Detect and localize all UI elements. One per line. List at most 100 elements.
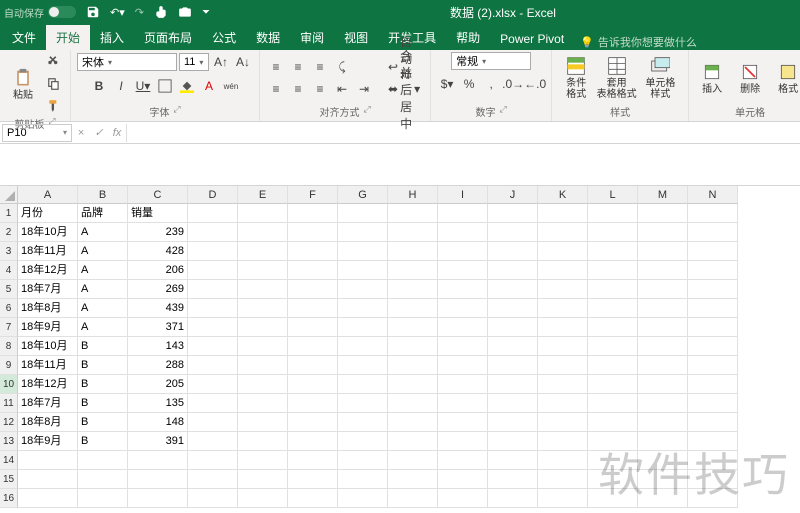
cell[interactable] <box>588 337 638 356</box>
cell[interactable] <box>488 299 538 318</box>
number-format-dropdown[interactable]: 常规 <box>451 52 531 70</box>
cell[interactable] <box>538 318 588 337</box>
row-header[interactable]: 14 <box>0 451 18 470</box>
cell[interactable] <box>438 242 488 261</box>
cell[interactable] <box>588 470 638 489</box>
cell[interactable] <box>338 261 388 280</box>
cell[interactable] <box>538 299 588 318</box>
cell[interactable] <box>538 356 588 375</box>
cell[interactable] <box>438 375 488 394</box>
percent-button[interactable]: % <box>459 74 479 94</box>
cell[interactable] <box>188 337 238 356</box>
cell[interactable] <box>338 375 388 394</box>
col-header-I[interactable]: I <box>438 186 488 204</box>
redo-icon[interactable]: ↷ <box>135 6 144 19</box>
cell[interactable] <box>188 204 238 223</box>
tab-公式[interactable]: 公式 <box>202 25 246 50</box>
qat-customize-icon[interactable]: ⏷ <box>202 7 210 18</box>
cell[interactable] <box>188 451 238 470</box>
cell[interactable] <box>538 375 588 394</box>
align-middle-button[interactable]: ≡ <box>288 57 308 77</box>
cell[interactable]: B <box>78 413 128 432</box>
cell[interactable] <box>338 337 388 356</box>
cell[interactable]: 18年12月 <box>18 375 78 394</box>
cell[interactable]: 品牌 <box>78 204 128 223</box>
cell[interactable] <box>188 223 238 242</box>
cell[interactable] <box>338 318 388 337</box>
cell[interactable] <box>188 299 238 318</box>
cell[interactable] <box>638 432 688 451</box>
cell[interactable]: 18年9月 <box>18 432 78 451</box>
font-color-button[interactable]: A <box>199 76 219 96</box>
cell[interactable]: 18年7月 <box>18 394 78 413</box>
cell[interactable] <box>78 451 128 470</box>
cell[interactable] <box>588 375 638 394</box>
align-left-button[interactable]: ≡ <box>266 79 286 99</box>
align-bottom-button[interactable]: ≡ <box>310 57 330 77</box>
name-box[interactable]: P10 <box>2 124 72 142</box>
cell[interactable] <box>438 413 488 432</box>
cell[interactable] <box>388 318 438 337</box>
cell[interactable]: 288 <box>128 356 188 375</box>
cell[interactable]: B <box>78 375 128 394</box>
tab-文件[interactable]: 文件 <box>2 25 46 50</box>
tab-帮助[interactable]: 帮助 <box>446 25 490 50</box>
cell[interactable]: 391 <box>128 432 188 451</box>
row-header[interactable]: 15 <box>0 470 18 489</box>
cell[interactable] <box>388 470 438 489</box>
row-header[interactable]: 5 <box>0 280 18 299</box>
cell[interactable] <box>288 470 338 489</box>
paste-button[interactable]: 粘贴 <box>6 66 40 103</box>
cell[interactable]: 239 <box>128 223 188 242</box>
cell[interactable]: A <box>78 299 128 318</box>
cell[interactable] <box>538 204 588 223</box>
cell[interactable] <box>188 489 238 508</box>
col-header-C[interactable]: C <box>128 186 188 204</box>
cell[interactable] <box>688 413 738 432</box>
cell[interactable] <box>338 489 388 508</box>
accounting-button[interactable]: $▾ <box>437 74 457 94</box>
cell[interactable] <box>238 470 288 489</box>
align-top-button[interactable]: ≡ <box>266 57 286 77</box>
fill-color-button[interactable] <box>177 76 197 96</box>
cell[interactable] <box>288 261 338 280</box>
cell[interactable] <box>488 337 538 356</box>
increase-font-button[interactable]: A↑ <box>211 52 231 72</box>
cell[interactable] <box>388 337 438 356</box>
cell[interactable] <box>388 489 438 508</box>
col-header-H[interactable]: H <box>388 186 438 204</box>
row-header[interactable]: 7 <box>0 318 18 337</box>
cell[interactable]: A <box>78 261 128 280</box>
cell[interactable] <box>388 375 438 394</box>
col-header-E[interactable]: E <box>238 186 288 204</box>
font-name-dropdown[interactable]: 宋体 <box>77 53 177 71</box>
cell[interactable] <box>688 280 738 299</box>
orientation-button[interactable]: ⤹ <box>332 57 352 77</box>
cell[interactable] <box>188 394 238 413</box>
cell[interactable] <box>388 223 438 242</box>
cell[interactable] <box>638 204 688 223</box>
autosave-toggle[interactable]: 自动保存 <box>4 5 76 20</box>
cell[interactable] <box>638 356 688 375</box>
cell[interactable] <box>588 413 638 432</box>
cell[interactable] <box>688 242 738 261</box>
cell[interactable] <box>688 299 738 318</box>
cell[interactable] <box>288 204 338 223</box>
cell[interactable] <box>638 470 688 489</box>
row-header[interactable]: 8 <box>0 337 18 356</box>
cell[interactable] <box>588 394 638 413</box>
cell[interactable] <box>638 451 688 470</box>
cell[interactable] <box>388 261 438 280</box>
cell[interactable] <box>388 204 438 223</box>
cell[interactable]: 206 <box>128 261 188 280</box>
cell[interactable] <box>238 261 288 280</box>
cell[interactable] <box>18 451 78 470</box>
cell[interactable] <box>338 242 388 261</box>
cell[interactable]: 143 <box>128 337 188 356</box>
cell[interactable] <box>338 413 388 432</box>
cell[interactable] <box>488 242 538 261</box>
cell[interactable] <box>638 280 688 299</box>
cell-styles-button[interactable]: 单元格样式 <box>639 54 682 102</box>
cell[interactable] <box>128 470 188 489</box>
cell[interactable] <box>438 204 488 223</box>
